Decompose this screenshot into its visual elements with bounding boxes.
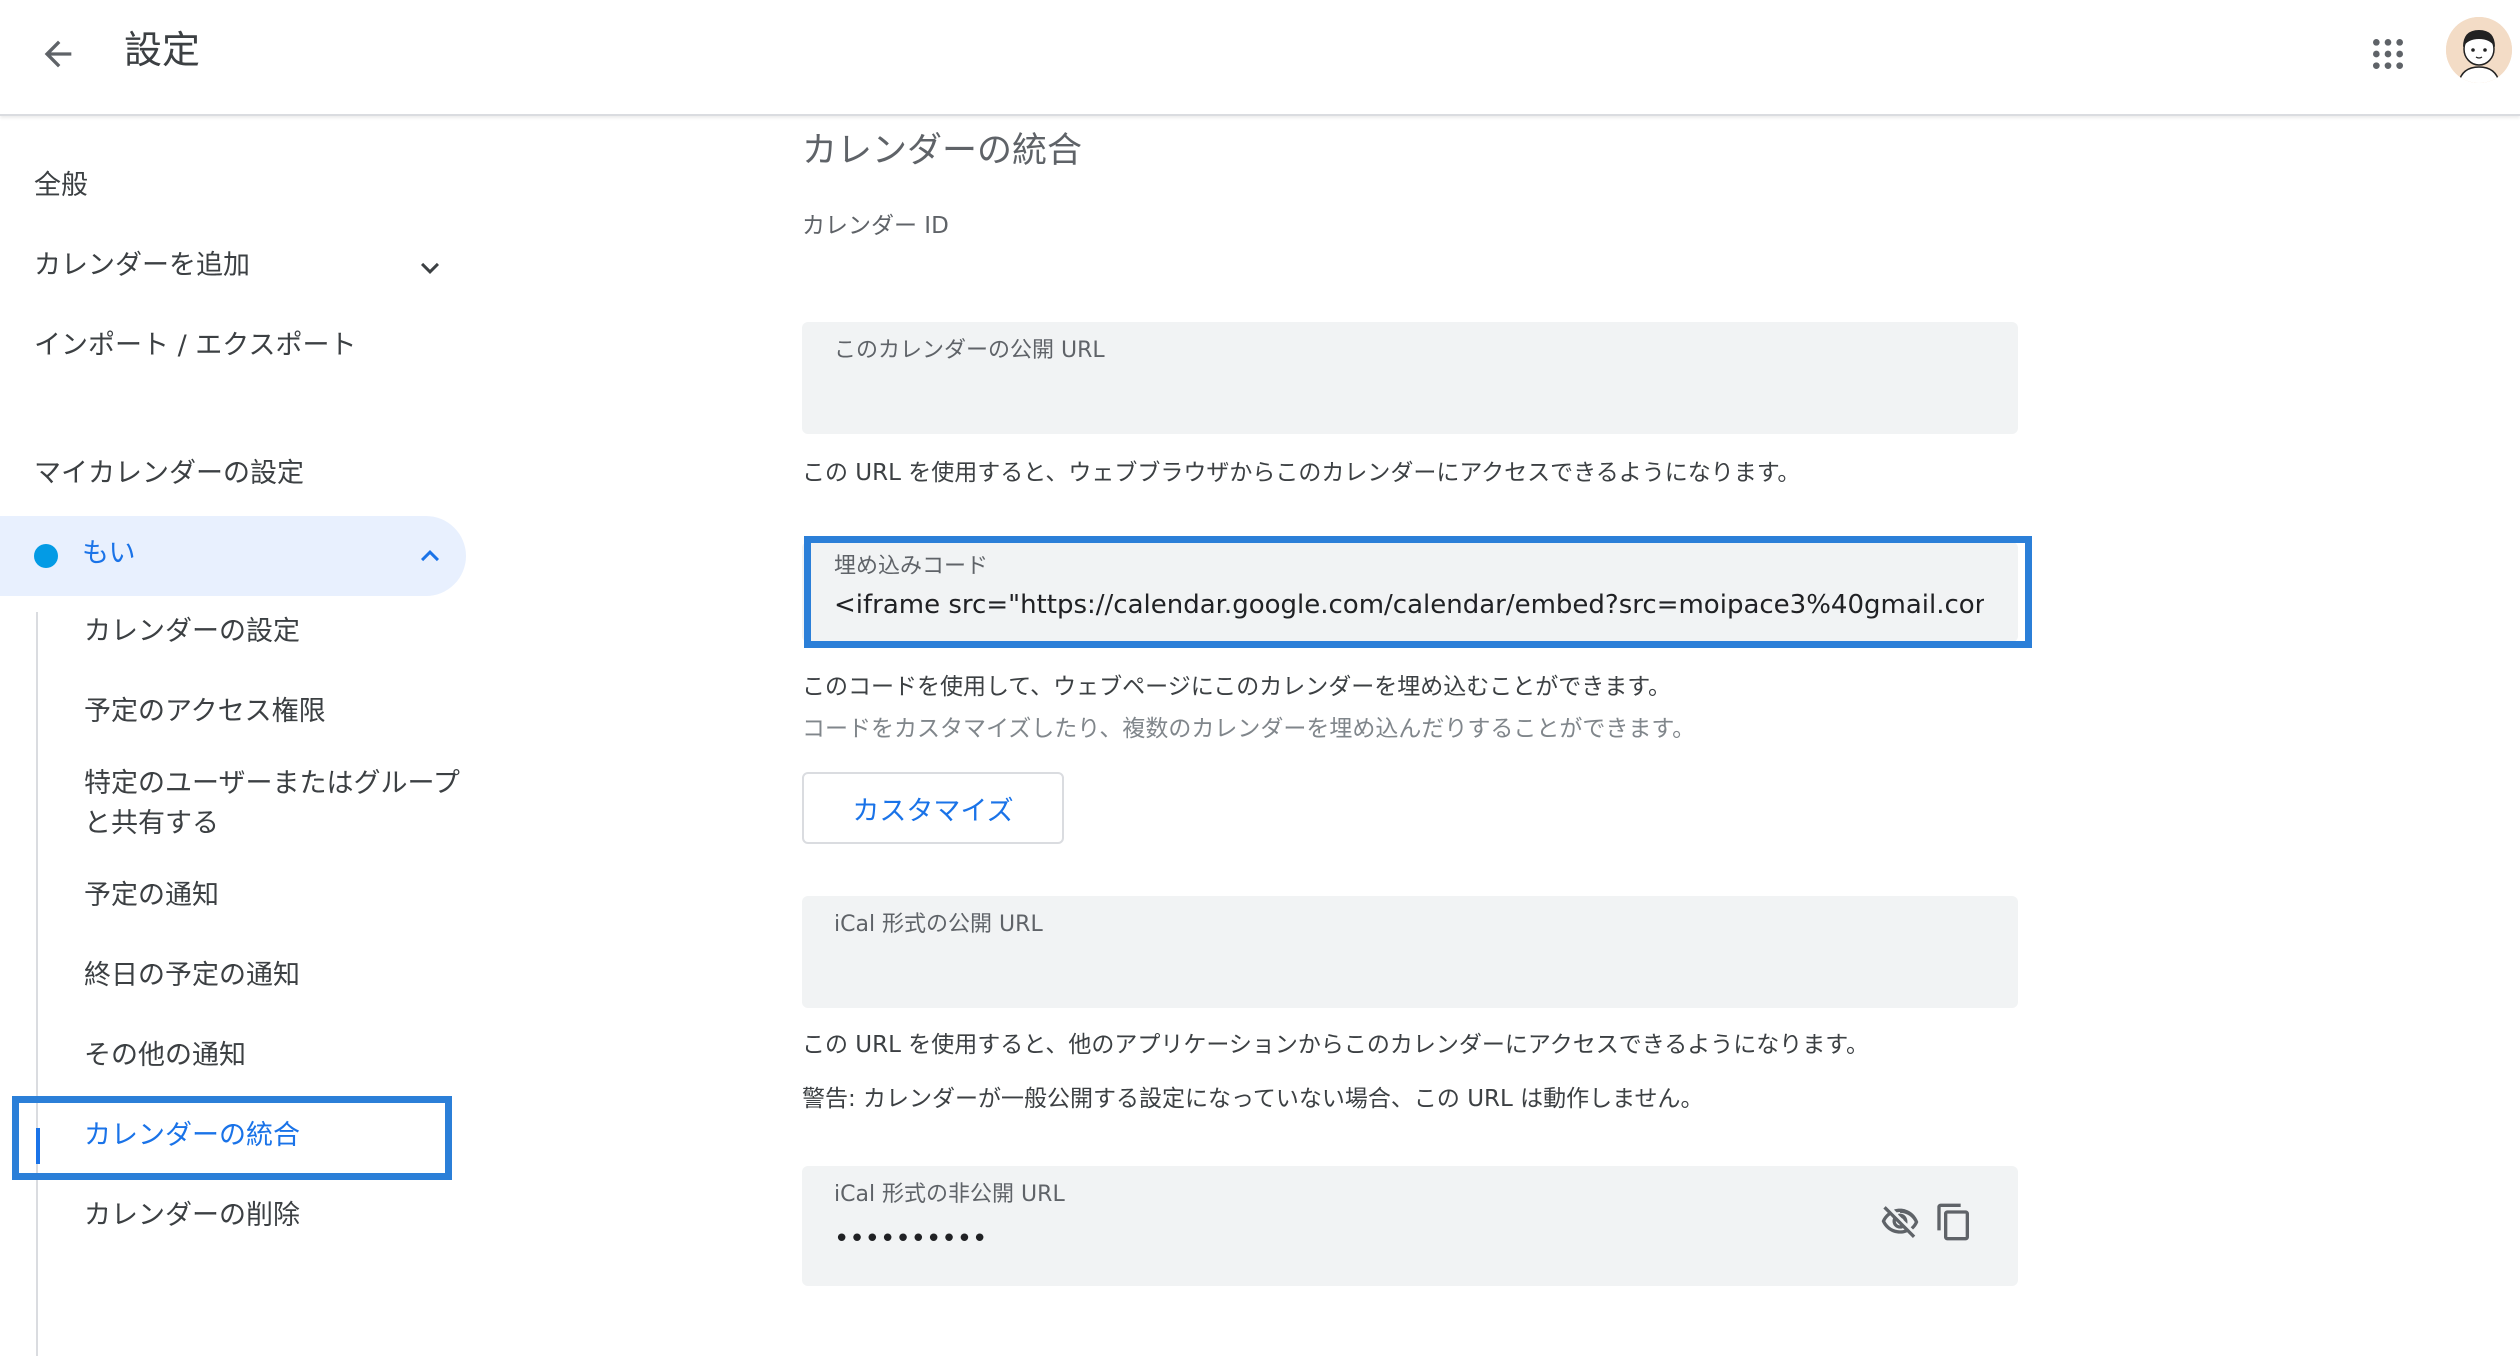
visibility-off-icon[interactable] [1880,1202,1920,1242]
sidebar-item-remove-calendar[interactable]: カレンダーの削除 [84,1196,300,1236]
app-header: 設定 [0,0,2520,116]
sub-items-divider [36,612,38,1356]
embed-code-help: このコードを使用して、ウェブページにこのカレンダーを埋め込むことができます。 [802,674,1671,700]
public-url-label: このカレンダーの公開 URL [834,338,1105,363]
calendar-id-label: カレンダー ID [802,213,949,239]
ical-private-url-label: iCal 形式の非公開 URL [834,1182,1065,1207]
page-title: 設定 [124,28,201,72]
sidebar-item-share-with-people[interactable]: 特定のユーザーまたはグループと共有する [84,764,464,844]
embed-code-value[interactable]: <iframe src="https://calendar.google.com… [834,588,1984,622]
ical-public-url-help: この URL を使用すると、他のアプリケーションからこのカレンダーにアクセスでき… [802,1032,1869,1058]
ical-private-url-actions [1880,1202,1974,1242]
copy-icon[interactable] [1934,1202,1974,1242]
calendar-color-dot [34,544,58,568]
user-avatar-icon [2446,17,2512,83]
apps-grid-icon [2373,39,2403,69]
back-button[interactable] [30,26,86,82]
public-url-field[interactable]: このカレンダーの公開 URL [802,322,2018,434]
sidebar-item-event-notifications[interactable]: 予定の通知 [84,876,219,916]
section-title: カレンダーの統合 [802,131,1083,171]
sidebar-item-add-calendar[interactable]: カレンダーを追加 [34,246,250,286]
chevron-up-icon[interactable] [412,538,448,574]
sidebar-item-all-day-notifications[interactable]: 終日の予定の通知 [84,956,300,996]
sidebar-section-my-calendars: マイカレンダーの設定 [34,458,304,489]
embed-code-subhelp: コードをカスタマイズしたり、複数のカレンダーを埋め込んだりすることができます。 [802,716,1696,742]
sidebar-calendar-moi[interactable]: もい [0,516,466,596]
ical-public-url-label: iCal 形式の公開 URL [834,912,1043,937]
embed-code-field[interactable]: 埋め込みコード <iframe src="https://calendar.go… [802,542,2018,642]
sidebar-item-general[interactable]: 全般 [34,166,88,206]
main-content: カレンダーの統合 カレンダー ID このカレンダーの公開 URL この URL … [800,116,2032,1286]
sidebar-item-import-export[interactable]: インポート / エクスポート [34,326,356,366]
highlight-box-sidebar [12,1096,452,1180]
public-url-help: この URL を使用すると、ウェブブラウザからこのカレンダーにアクセスできるよう… [802,460,1801,486]
sidebar-item-access-permissions[interactable]: 予定のアクセス権限 [84,692,326,732]
ical-public-url-warning: 警告: カレンダーが一般公開する設定になっていない場合、この URL は動作しま… [802,1086,1704,1112]
chevron-down-icon[interactable] [412,250,448,286]
arrow-back-icon [44,40,72,68]
ical-private-url-field[interactable]: iCal 形式の非公開 URL •••••••••• [802,1166,2018,1286]
calendar-name: もい [82,538,136,569]
sidebar-item-other-notifications[interactable]: その他の通知 [84,1036,246,1076]
customize-button[interactable]: カスタマイズ [802,772,1064,844]
ical-public-url-field[interactable]: iCal 形式の公開 URL [802,896,2018,1008]
sidebar-item-calendar-settings[interactable]: カレンダーの設定 [84,612,300,652]
ical-private-url-value[interactable]: •••••••••• [834,1222,1734,1256]
avatar[interactable] [2446,17,2512,83]
settings-sidebar: 全般 カレンダーを追加 インポート / エクスポート マイカレンダーの設定 もい… [0,116,480,1356]
embed-code-label: 埋め込みコード [834,554,989,579]
apps-button[interactable] [2356,22,2420,86]
